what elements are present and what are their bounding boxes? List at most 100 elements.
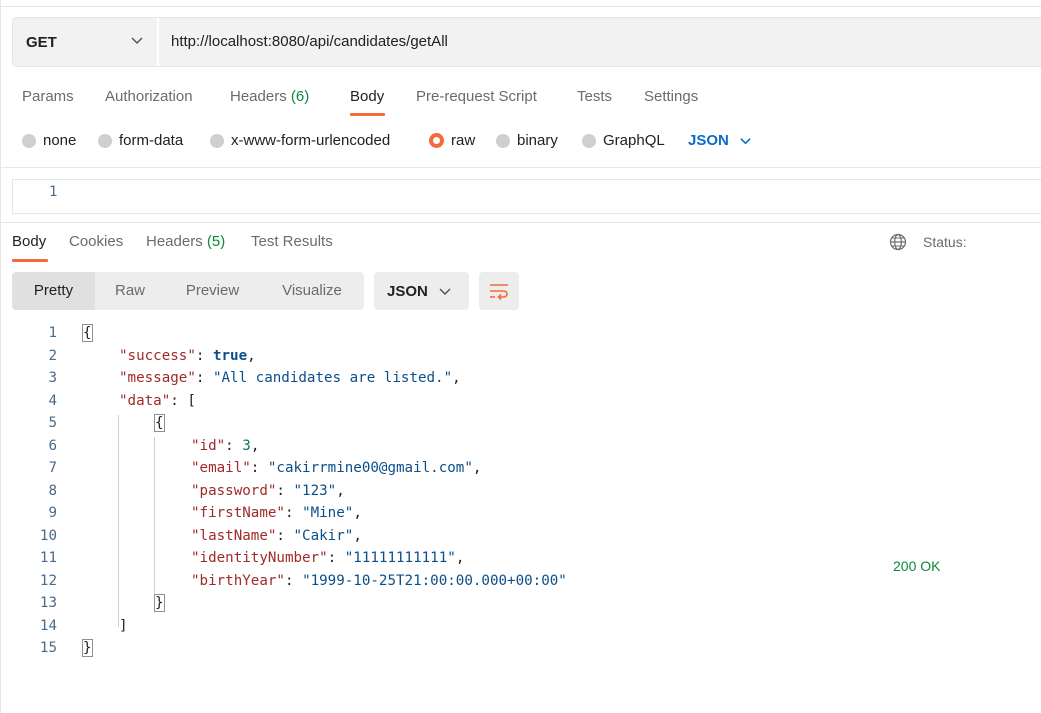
- wrap-lines-button[interactable]: [479, 272, 519, 310]
- json-string: "cakirrmine00@gmail.com": [267, 460, 473, 476]
- response-tab-headers[interactable]: Headers (5): [146, 233, 225, 250]
- radio-graphql[interactable]: GraphQL: [582, 132, 665, 149]
- view-visualize-button[interactable]: Visualize: [260, 272, 364, 310]
- tab-label: Headers: [230, 88, 287, 105]
- code-line: 11 "identityNumber": "11111111111",: [0, 550, 1041, 573]
- json-punctuation: {: [154, 414, 165, 432]
- request-body-editor[interactable]: 1: [12, 179, 1041, 214]
- radio-dot-selected: [429, 133, 444, 148]
- json-key: "id": [191, 437, 226, 454]
- response-body-viewer[interactable]: 1{2 "success": true, 3 "message": "All cand…: [0, 324, 1041, 663]
- json-string: "11111111111": [344, 550, 456, 566]
- line-number: 11: [39, 550, 57, 566]
- json-punctuation: :: [284, 505, 303, 521]
- code-line: 1{: [0, 324, 1041, 348]
- code-line: 2 "success": true,: [0, 348, 1041, 371]
- code-text: "data": [: [119, 393, 196, 409]
- response-tab-test-results[interactable]: Test Results: [251, 233, 333, 250]
- line-number: 14: [39, 617, 57, 634]
- radio-binary[interactable]: binary: [496, 132, 558, 149]
- section-divider: [0, 222, 1041, 223]
- json-punctuation: ,: [472, 460, 482, 476]
- code-text: }: [154, 594, 165, 612]
- chevron-down-icon: [740, 138, 751, 145]
- json-punctuation: ,: [353, 527, 362, 544]
- json-key: "data": [119, 392, 171, 409]
- view-pretty-button[interactable]: Pretty: [12, 272, 95, 310]
- request-url-bar: GET http://localhost:8080/api/candidates…: [12, 17, 1041, 67]
- url-input[interactable]: http://localhost:8080/api/candidates/get…: [171, 33, 448, 50]
- response-status: Status: 200 OK: [889, 233, 967, 574]
- line-number: 10: [39, 527, 57, 544]
- code-line: 5{: [0, 414, 1041, 438]
- json-punctuation: :: [250, 460, 268, 476]
- line-number: 6: [48, 437, 57, 454]
- response-format-dropdown[interactable]: JSON: [374, 272, 469, 310]
- tab-settings[interactable]: Settings: [644, 88, 698, 105]
- line-number: 5: [48, 415, 57, 431]
- response-tab-cookies[interactable]: Cookies: [69, 233, 123, 250]
- tab-label: Test Results: [251, 233, 333, 250]
- chevron-down-icon: [131, 37, 143, 45]
- code-text: ]: [119, 618, 128, 634]
- response-format-label: JSON: [387, 283, 428, 300]
- view-raw-button[interactable]: Raw: [95, 272, 165, 310]
- json-punctuation: }: [154, 594, 165, 612]
- tab-label: Pre-request Script: [416, 88, 537, 105]
- method-select[interactable]: GET: [13, 18, 157, 66]
- tab-headers[interactable]: Headers (6): [230, 88, 309, 105]
- json-punctuation: :: [195, 370, 213, 386]
- json-punctuation: :: [225, 437, 243, 454]
- code-text: "success": true,: [119, 348, 256, 364]
- json-punctuation: :: [276, 482, 294, 499]
- radio-raw[interactable]: raw: [429, 132, 475, 149]
- json-key: "birthYear": [191, 572, 285, 589]
- active-tab-indicator: [350, 113, 385, 116]
- view-preview-button[interactable]: Preview: [165, 272, 260, 310]
- line-number: 13: [39, 595, 57, 611]
- tab-authorization[interactable]: Authorization: [105, 88, 193, 105]
- radio-form-data[interactable]: form-data: [98, 132, 183, 149]
- code-line: 13}: [0, 594, 1041, 618]
- code-line: 12 "birthYear": "1999-10-25T21:00:00.000+…: [0, 573, 1041, 596]
- code-text: {: [154, 414, 165, 432]
- radio-none[interactable]: none: [22, 132, 76, 149]
- body-format-dropdown[interactable]: JSON: [688, 132, 752, 149]
- code-line: 3 "message": "All candidates are listed."…: [0, 370, 1041, 393]
- tab-body[interactable]: Body: [350, 88, 384, 105]
- radio-label: raw: [451, 132, 476, 149]
- body-format-label: JSON: [688, 132, 729, 149]
- radio-dot: [210, 133, 224, 148]
- tab-pre-request-script[interactable]: Pre-request Script: [416, 88, 537, 105]
- response-tab-body[interactable]: Body: [12, 233, 46, 250]
- radio-x-www-form-urlencoded[interactable]: x-www-form-urlencoded: [210, 132, 390, 149]
- json-punctuation: ,: [336, 482, 345, 499]
- code-text: "firstName": "Mine",: [191, 505, 362, 521]
- json-string: "All candidates are listed.": [212, 370, 453, 386]
- code-line: 10 "lastName": "Cakir",: [0, 528, 1041, 551]
- json-punctuation: ,: [455, 550, 465, 566]
- json-boolean: true: [212, 347, 248, 364]
- json-punctuation: }: [82, 639, 93, 657]
- method-divider: [157, 18, 159, 66]
- line-number: 4: [48, 392, 57, 409]
- json-punctuation: ,: [452, 370, 461, 386]
- line-number: 3: [48, 370, 57, 386]
- globe-icon[interactable]: [889, 233, 907, 251]
- tab-count: (6): [290, 88, 310, 105]
- tab-count: (5): [206, 233, 226, 250]
- radio-label: binary: [517, 132, 558, 149]
- tab-label: Headers: [146, 233, 203, 250]
- line-number: 2: [48, 347, 57, 364]
- code-line: 8 "password": "123",: [0, 483, 1041, 506]
- json-punctuation: :: [195, 347, 213, 364]
- json-key: "message": [119, 370, 196, 386]
- tab-tests[interactable]: Tests: [577, 88, 612, 105]
- code-text: "id": 3,: [191, 438, 259, 454]
- tab-params[interactable]: Params: [22, 88, 74, 105]
- radio-label: GraphQL: [603, 132, 665, 149]
- code-text: }: [82, 639, 93, 657]
- radio-dot: [496, 133, 510, 148]
- json-punctuation: ,: [353, 505, 362, 521]
- line-number: 1: [49, 184, 58, 200]
